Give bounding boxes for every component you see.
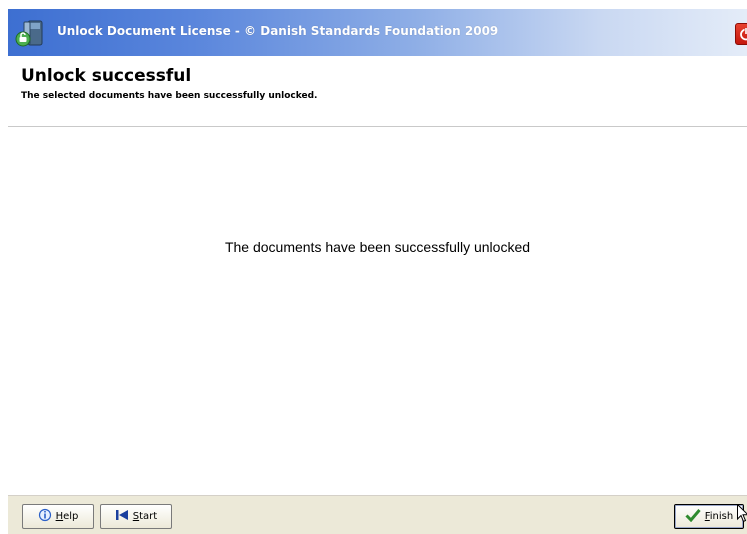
power-close-icon <box>740 27 747 41</box>
header-divider <box>8 126 747 128</box>
start-label: Start <box>132 511 158 522</box>
main-content: The documents have been successfully unl… <box>8 129 747 495</box>
help-button[interactable]: Help <box>22 504 94 529</box>
page-title: Unlock successful <box>21 66 192 86</box>
result-message: The documents have been successfully unl… <box>224 239 531 255</box>
checkmark-icon <box>685 508 701 525</box>
window-title: Unlock Document License - © Danish Stand… <box>57 24 499 38</box>
document-unlock-icon <box>14 17 46 49</box>
title-bar[interactable]: Unlock Document License - © Danish Stand… <box>8 9 747 56</box>
footer-bar: Help Start Finish <box>8 495 747 534</box>
skip-back-icon <box>115 509 129 524</box>
page-subtitle: The selected documents have been success… <box>21 91 318 101</box>
page-header: Unlock successful The selected documents… <box>8 56 747 126</box>
start-button[interactable]: Start <box>100 504 172 529</box>
help-icon <box>38 508 52 525</box>
top-gap <box>0 0 747 9</box>
help-label: Help <box>55 511 79 522</box>
finish-label: Finish <box>704 511 734 522</box>
finish-button[interactable]: Finish <box>674 504 744 529</box>
close-button[interactable] <box>735 23 747 45</box>
mouse-cursor-icon <box>737 503 747 524</box>
